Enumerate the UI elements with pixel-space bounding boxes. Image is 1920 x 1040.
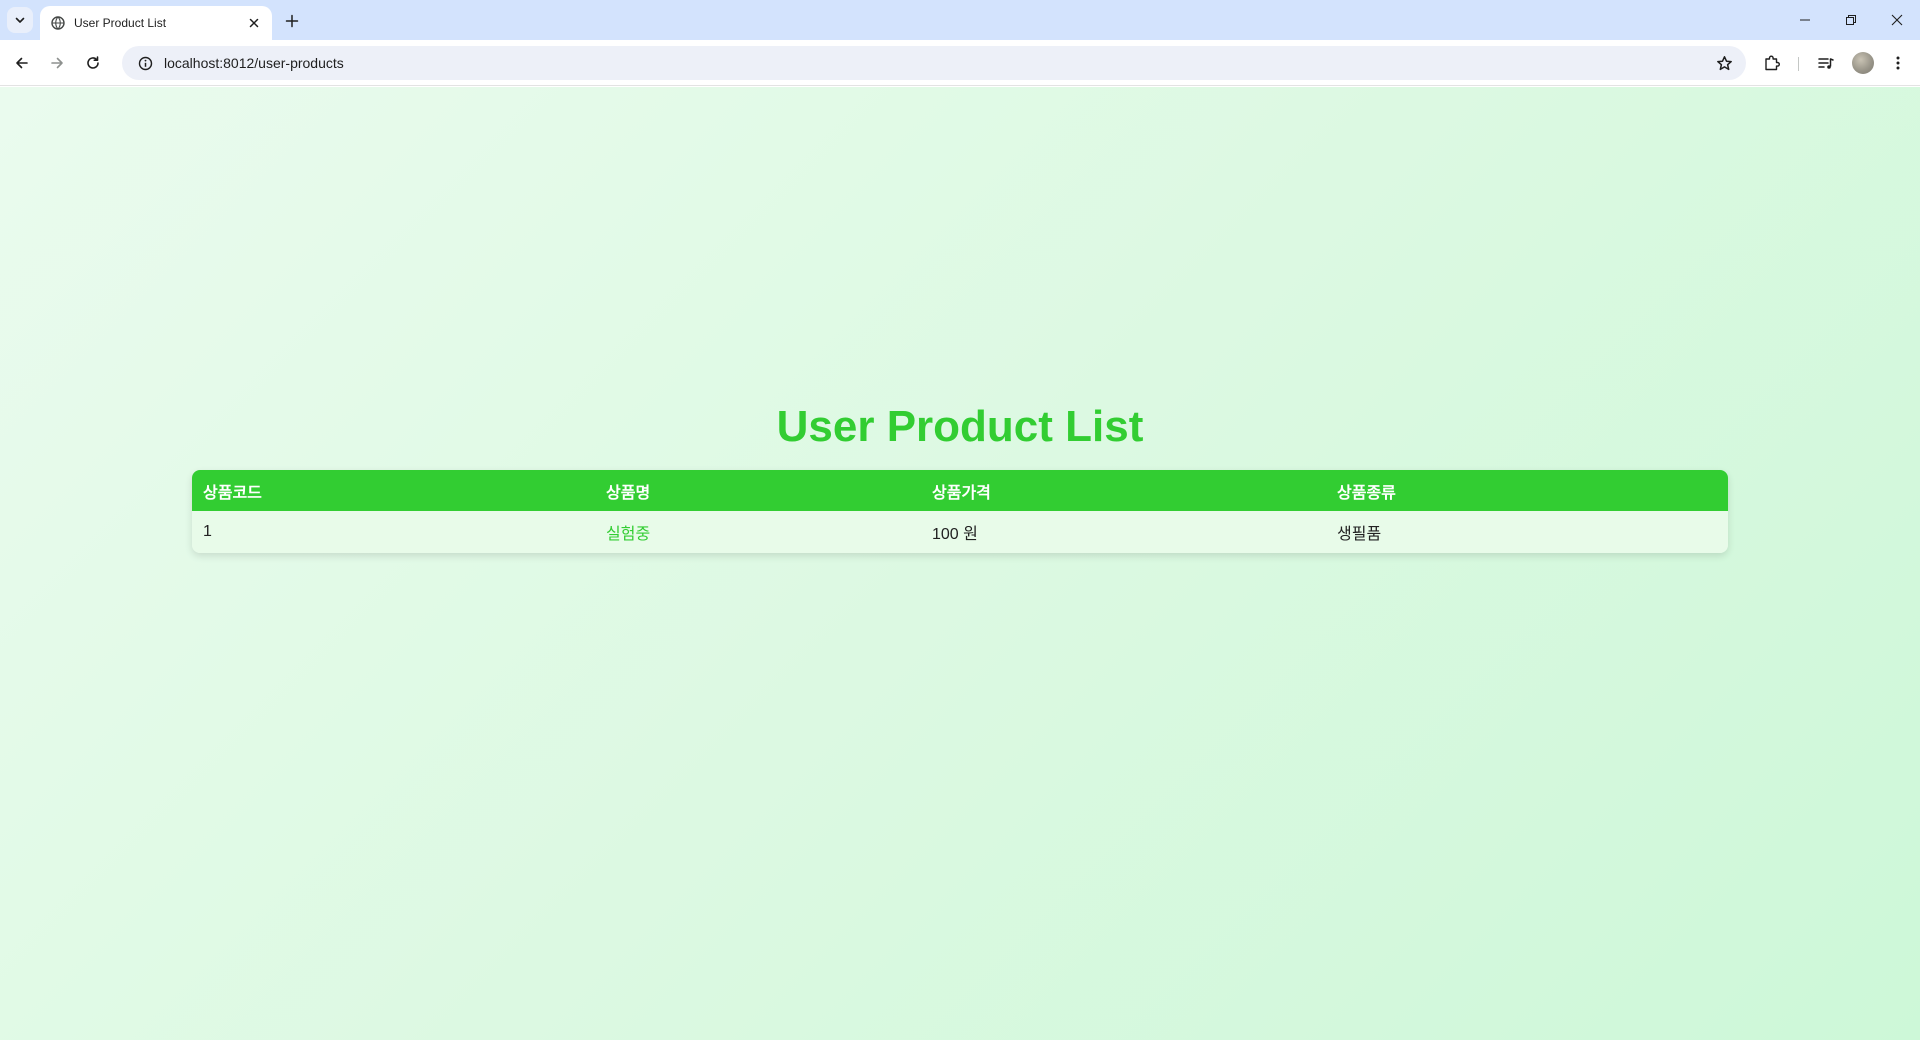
plus-icon <box>285 14 299 28</box>
tab-search-button[interactable] <box>7 7 33 33</box>
tab-close-button[interactable] <box>244 13 264 33</box>
forward-button[interactable] <box>43 49 71 77</box>
product-code-cell: 1 <box>203 523 212 540</box>
browser-tab[interactable]: User Product List <box>40 6 272 40</box>
globe-icon <box>50 15 66 31</box>
new-tab-button[interactable] <box>280 9 304 33</box>
tab-title: User Product List <box>74 16 167 30</box>
product-name-link[interactable]: 실험중 <box>606 526 650 543</box>
close-icon <box>249 18 259 28</box>
media-queue-icon <box>1818 58 1834 69</box>
back-button[interactable] <box>8 49 36 77</box>
table-header-row: 상품코드 상품명 상품가격 상품종류 <box>192 470 1728 511</box>
page-content <box>0 87 1920 1040</box>
puzzle-icon <box>1765 55 1780 71</box>
info-icon <box>138 56 152 70</box>
close-icon <box>1891 14 1903 26</box>
column-header-code: 상품코드 <box>203 484 262 502</box>
column-header-category: 상품종류 <box>1337 484 1396 502</box>
browser-toolbar: localhost:8012/user-products <box>0 40 1920 86</box>
product-category-cell: 생필품 <box>1337 526 1382 543</box>
minimize-icon <box>1800 19 1810 21</box>
product-price-cell: 100 원 <box>932 526 978 543</box>
bookmark-button[interactable] <box>1710 49 1738 77</box>
page-title: User Product List <box>776 402 1144 451</box>
product-name-cell: 실험중 <box>595 520 921 544</box>
table-row: 1 실험중 100 원 생필품 <box>192 511 1728 553</box>
reload-button[interactable] <box>79 49 107 77</box>
extensions-button[interactable] <box>1758 49 1786 77</box>
site-info-button[interactable] <box>134 52 156 74</box>
minimize-button[interactable] <box>1782 0 1828 40</box>
chevron-down-icon <box>15 17 25 23</box>
reload-icon <box>87 56 99 69</box>
toolbar-divider <box>1798 57 1799 71</box>
url-text[interactable]: localhost:8012/user-products <box>164 55 1710 71</box>
restore-button[interactable] <box>1828 0 1874 40</box>
restore-icon <box>1846 15 1856 25</box>
tab-strip: User Product List <box>0 0 1920 40</box>
arrow-right-icon <box>51 57 63 69</box>
more-vertical-icon <box>1896 56 1900 70</box>
browser-menu-button[interactable] <box>1884 49 1912 77</box>
product-table: 상품코드 상품명 상품가격 상품종류 1 실험중 100 원 생필품 <box>192 470 1728 553</box>
star-icon <box>1716 55 1732 70</box>
address-bar[interactable]: localhost:8012/user-products <box>122 46 1746 80</box>
column-header-name: 상품명 <box>606 484 651 502</box>
column-header-price: 상품가격 <box>932 484 991 502</box>
arrow-left-icon <box>16 57 28 69</box>
avatar[interactable] <box>1852 52 1874 74</box>
close-window-button[interactable] <box>1874 0 1920 40</box>
media-controls-button[interactable] <box>1812 49 1840 77</box>
